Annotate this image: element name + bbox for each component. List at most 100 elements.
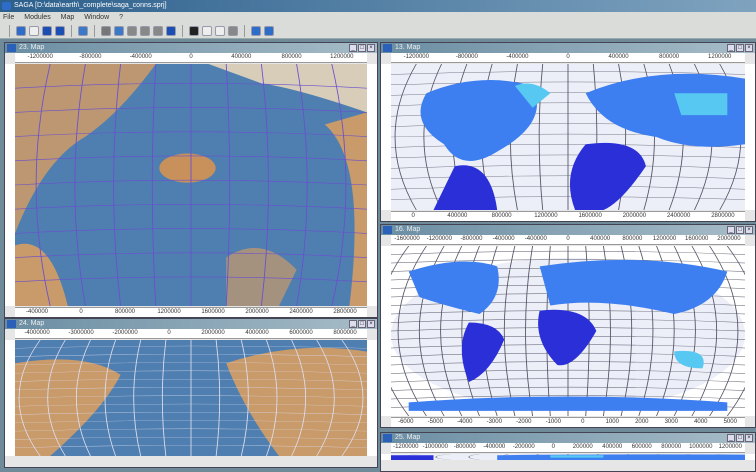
pan-icon[interactable]: [114, 25, 124, 36]
bottom-axis: -400000 0 800000 1200000 1600000 2000000 24000…: [15, 307, 367, 317]
map-canvas[interactable]: [391, 64, 745, 210]
axis-tick-label: -1000000: [422, 444, 448, 450]
window-titlebar[interactable]: 13. Map _ □ ×: [381, 43, 755, 53]
minimize-button[interactable]: _: [727, 434, 735, 442]
axis-tick-label: -3000000: [68, 330, 94, 336]
axis-tick-label: -400000: [524, 236, 547, 242]
minimize-button[interactable]: _: [349, 320, 357, 328]
close-button[interactable]: ×: [745, 434, 753, 442]
axis-tick-label: 1200000: [330, 54, 354, 60]
map-icon[interactable]: [166, 25, 176, 36]
mdi-workspace: 23. Map _ □ × -1200000 -800000 -400000 0 400000 8…: [0, 40, 756, 472]
close-button[interactable]: ×: [367, 44, 375, 52]
axis-tick-label: 400000: [590, 236, 611, 242]
bottom-axis: -6000 -5000 -4000 -3000 -2000 -1000 0 1000 2000 3…: [391, 417, 745, 427]
axis-tick-label: 2400000: [666, 213, 691, 219]
select-icon[interactable]: [202, 25, 212, 36]
app-titlebar: SAGA [D:\data\earth\_complete\saga_conns…: [0, 0, 756, 12]
toolbar-separator: [94, 24, 95, 37]
axis-tick-label: 1200000: [157, 309, 181, 315]
save-icon[interactable]: [42, 25, 52, 36]
map-window-16[interactable]: 16. Map _ □ × -1600000 -1200000 -800000 -400000…: [380, 224, 756, 428]
axis-tick-label: 2000000: [717, 236, 741, 242]
axis-tick-label: 2000000: [245, 309, 269, 315]
copy-icon[interactable]: [140, 25, 150, 36]
window-title: 13. Map: [395, 44, 421, 51]
window-titlebar[interactable]: 16. Map _ □ ×: [381, 225, 755, 235]
window-title: 16. Map: [395, 226, 421, 233]
info-icon[interactable]: [55, 25, 65, 36]
window-titlebar[interactable]: 23. Map _ □ ×: [5, 43, 377, 53]
top-axis: -1200000 -800000 -400000 0 400000 800000 12000…: [15, 53, 367, 63]
axis-tick-label: -400000: [483, 444, 506, 450]
window-titlebar[interactable]: 25. Map _ □ ×: [381, 433, 755, 443]
minimize-button[interactable]: _: [727, 44, 735, 52]
window-title: 23. Map: [19, 44, 45, 51]
window-titlebar[interactable]: 24. Map _ □ ×: [5, 319, 377, 329]
axis-tick-label: 0: [79, 309, 83, 315]
open-project-icon[interactable]: [16, 25, 26, 36]
menu-modules[interactable]: Modules: [24, 14, 50, 21]
map-canvas[interactable]: [15, 64, 367, 306]
axis-tick-label: -1200000: [27, 54, 53, 60]
axis-tick-label: 0: [411, 213, 415, 219]
layers-icon[interactable]: [127, 25, 137, 36]
measure-icon[interactable]: [228, 25, 238, 36]
window-title: 25. Map: [395, 434, 421, 441]
hand-icon[interactable]: [215, 25, 225, 36]
axis-tick-label: 1200000: [718, 444, 742, 450]
maximize-button[interactable]: □: [736, 434, 744, 442]
right-axis: [367, 64, 377, 306]
map-window-icon: [7, 320, 16, 328]
minimize-button[interactable]: _: [727, 226, 735, 234]
axis-tick-label: -400000: [506, 54, 529, 60]
menu-file[interactable]: File: [3, 14, 14, 21]
map-window-icon: [383, 226, 392, 234]
new-icon[interactable]: [29, 25, 39, 36]
axis-tick-label: 800000: [491, 213, 512, 219]
close-button[interactable]: ×: [745, 226, 753, 234]
maximize-button[interactable]: □: [736, 44, 744, 52]
axis-tick-label: 1200000: [708, 54, 732, 60]
close-button[interactable]: ×: [367, 320, 375, 328]
minimize-button[interactable]: _: [349, 44, 357, 52]
help-icon[interactable]: [78, 25, 88, 36]
axis-tick-label: 1200000: [534, 213, 558, 219]
close-button[interactable]: ×: [745, 44, 753, 52]
axis-tick-label: -800000: [455, 54, 478, 60]
axis-tick-label: -400000: [492, 236, 515, 242]
layout-icon[interactable]: [264, 25, 274, 36]
map-window-24[interactable]: 24. Map _ □ × -4000000 -3000000 -2000000 0 20000…: [4, 318, 378, 468]
left-axis: [381, 246, 391, 416]
print-icon[interactable]: [153, 25, 163, 36]
axis-tick-label: 0: [566, 54, 570, 60]
axis-tick-label: -400000: [129, 54, 152, 60]
axis-tick-label: -200000: [512, 444, 535, 450]
zoom-icon[interactable]: [101, 25, 111, 36]
axis-tick-label: 800000: [661, 444, 682, 450]
menu-window[interactable]: Window: [84, 14, 109, 21]
axis-tick-label: 0: [581, 419, 585, 425]
axis-tick-label: 1000000: [689, 444, 713, 450]
menu-map[interactable]: Map: [61, 14, 75, 21]
map-window-13[interactable]: 13. Map _ □ × -1200000 -800000 -400000 0 400000 8…: [380, 42, 756, 222]
map-canvas[interactable]: [391, 454, 745, 460]
right-axis: [745, 246, 755, 416]
right-axis: [745, 454, 755, 460]
map-canvas[interactable]: [15, 340, 367, 456]
map-canvas[interactable]: [391, 246, 745, 416]
map-window-23[interactable]: 23. Map _ □ × -1200000 -800000 -400000 0 400000 8…: [4, 42, 378, 318]
menu-help[interactable]: ?: [119, 14, 123, 21]
3d-view-icon[interactable]: [251, 25, 261, 36]
map-window-25[interactable]: 25. Map _ □ × -1200000 -1000000 -800000 -400000…: [380, 432, 756, 472]
maximize-button[interactable]: □: [736, 226, 744, 234]
axis-tick-label: 400000: [447, 213, 468, 219]
maximize-button[interactable]: □: [358, 320, 366, 328]
axis-tick-label: -4000000: [24, 330, 50, 336]
pointer-icon[interactable]: [189, 25, 199, 36]
maximize-button[interactable]: □: [358, 44, 366, 52]
axis-tick-label: 0: [189, 54, 193, 60]
saga-logo-icon: [2, 2, 11, 10]
app-title: SAGA [D:\data\earth\_complete\saga_conns…: [14, 2, 167, 9]
axis-tick-label: 1000: [605, 419, 619, 425]
